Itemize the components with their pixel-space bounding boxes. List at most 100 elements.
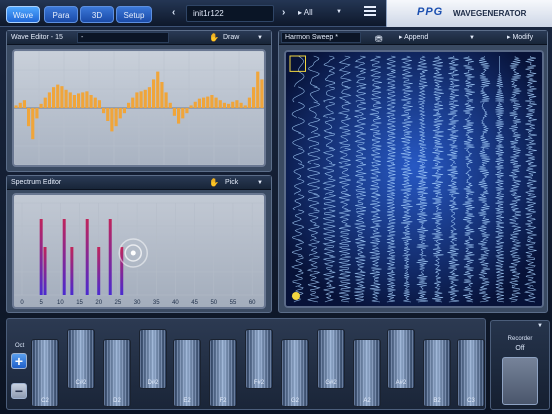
harmonic-bar[interactable] — [43, 247, 47, 295]
wave-sample-bar[interactable] — [31, 108, 35, 140]
tab-para[interactable]: Para — [44, 6, 78, 23]
harmonic-bar[interactable] — [85, 219, 89, 295]
wave-sample-bar[interactable] — [177, 108, 181, 124]
wave-sample-bar[interactable] — [89, 95, 93, 108]
wave-sample-bar[interactable] — [243, 105, 247, 108]
harmonic-bar[interactable] — [62, 219, 66, 295]
append-dropdown-icon[interactable]: ▼ — [469, 31, 475, 45]
prev-preset-arrow-icon[interactable]: ‹ — [172, 7, 175, 18]
wave-sample-bar[interactable] — [260, 79, 264, 108]
wave-sample-bar[interactable] — [52, 87, 56, 108]
piano-key[interactable]: A2 — [353, 339, 381, 407]
harmonic-bar[interactable] — [97, 247, 101, 295]
wave-sample-bar[interactable] — [122, 108, 126, 114]
wave-sample-bar[interactable] — [72, 95, 76, 108]
wave-sample-bar[interactable] — [164, 92, 168, 108]
wave-sample-bar[interactable] — [60, 86, 64, 108]
octave-down-button[interactable]: − — [11, 383, 27, 399]
wave-sample-bar[interactable] — [160, 82, 164, 108]
wave-sample-bar[interactable] — [231, 101, 235, 108]
spectrum-display[interactable]: 0 5 10 15 20 25 30 35 40 45 50 55 60 — [12, 193, 266, 309]
wave-display[interactable] — [12, 49, 266, 167]
wave-sample-bar[interactable] — [227, 103, 231, 108]
piano-key[interactable]: C#2 — [67, 329, 95, 389]
recorder-button[interactable] — [502, 357, 538, 405]
wave-sample-bar[interactable] — [14, 105, 18, 108]
wave-sample-bar[interactable] — [197, 98, 201, 108]
wavetable-display[interactable] — [284, 50, 544, 308]
wave-sample-bar[interactable] — [85, 91, 89, 108]
wave-sample-bar[interactable] — [114, 108, 118, 127]
wave-sample-bar[interactable] — [39, 103, 43, 108]
wave-sample-bar[interactable] — [68, 92, 72, 108]
wave-sample-bar[interactable] — [168, 102, 172, 108]
wave-sample-bar[interactable] — [147, 87, 151, 108]
wave-sample-bar[interactable] — [131, 97, 135, 108]
wave-sample-bar[interactable] — [193, 101, 197, 108]
piano-key[interactable]: D#2 — [139, 329, 167, 389]
wave-sample-bar[interactable] — [64, 89, 68, 108]
wave-sample-bar[interactable] — [256, 71, 260, 108]
wavetable-grid[interactable] — [286, 52, 542, 306]
wave-sample-bar[interactable] — [127, 102, 131, 108]
wave-sample-bar[interactable] — [235, 100, 239, 108]
filter-dropdown-icon[interactable]: ▼ — [336, 9, 342, 15]
append-button[interactable]: ▸ Append — [399, 31, 428, 45]
preset-name-field[interactable]: init1r122 — [186, 5, 274, 22]
wave-sample-bar[interactable] — [206, 96, 210, 108]
harmonic-bar[interactable] — [39, 219, 43, 295]
piano-key[interactable]: A#2 — [387, 329, 415, 389]
wave-sample-bar[interactable] — [81, 92, 85, 108]
wave-sample-bar[interactable] — [252, 87, 256, 108]
wave-sample-bar[interactable] — [247, 97, 251, 108]
tab-3d[interactable]: 3D — [80, 6, 114, 23]
wave-sample-bar[interactable] — [27, 108, 31, 127]
preset-filter[interactable]: ▸ All — [298, 8, 313, 17]
piano-key[interactable]: G2 — [281, 339, 309, 407]
modify-button[interactable]: ▸ Modify — [507, 31, 533, 45]
wave-sample-bar[interactable] — [47, 92, 51, 108]
wave-sample-bar[interactable] — [22, 100, 26, 108]
wave-sample-bar[interactable] — [77, 93, 81, 108]
piano-key[interactable]: C3 — [457, 339, 485, 407]
piano-key[interactable]: B2 — [423, 339, 451, 407]
hamburger-menu-icon[interactable] — [364, 6, 376, 19]
wave-sample-bar[interactable] — [118, 108, 122, 119]
wave-sample-bar[interactable] — [139, 91, 143, 108]
octave-up-button[interactable]: + — [11, 353, 27, 369]
piano-key[interactable]: D2 — [103, 339, 131, 407]
spectrum-tool-label[interactable]: Pick — [225, 176, 238, 190]
wave-sample-bar[interactable] — [135, 92, 139, 108]
piano-key[interactable]: E2 — [173, 339, 201, 407]
piano-key[interactable]: F2 — [209, 339, 237, 407]
piano-key[interactable]: C2 — [31, 339, 59, 407]
wave-sample-bar[interactable] — [102, 108, 106, 114]
wave-editor-field[interactable]: - — [77, 32, 169, 43]
wave-sample-bar[interactable] — [43, 97, 47, 108]
harmonic-bar[interactable] — [108, 219, 112, 295]
wave-sample-bar[interactable] — [18, 102, 22, 108]
tab-setup[interactable]: Setup — [116, 6, 152, 23]
harmonic-bar[interactable] — [70, 247, 74, 295]
tab-wave[interactable]: Wave — [6, 6, 40, 23]
wave-sample-bar[interactable] — [214, 97, 218, 108]
wave-sample-bar[interactable] — [185, 108, 189, 114]
wave-sample-bar[interactable] — [156, 71, 160, 108]
save-icon[interactable]: ⛃ — [375, 32, 383, 46]
waveform-chart[interactable] — [14, 51, 264, 165]
wave-tool-label[interactable]: Draw — [223, 31, 239, 45]
wave-sample-bar[interactable] — [35, 108, 39, 119]
piano-key[interactable]: F#2 — [245, 329, 273, 389]
wave-sample-bar[interactable] — [56, 84, 60, 108]
wave-sample-bar[interactable] — [97, 100, 101, 108]
wave-sample-bar[interactable] — [93, 97, 97, 108]
wave-sample-bar[interactable] — [202, 97, 206, 108]
wave-sample-bar[interactable] — [189, 105, 193, 108]
wave-sample-bar[interactable] — [110, 108, 114, 132]
harmonic-bar[interactable] — [120, 247, 124, 295]
wave-sample-bar[interactable] — [172, 108, 176, 116]
next-preset-arrow-icon[interactable]: › — [282, 7, 285, 18]
wave-sample-bar[interactable] — [143, 89, 147, 108]
spectrum-tool-dropdown-icon[interactable]: ▼ — [257, 176, 263, 190]
wave-sample-bar[interactable] — [210, 95, 214, 108]
